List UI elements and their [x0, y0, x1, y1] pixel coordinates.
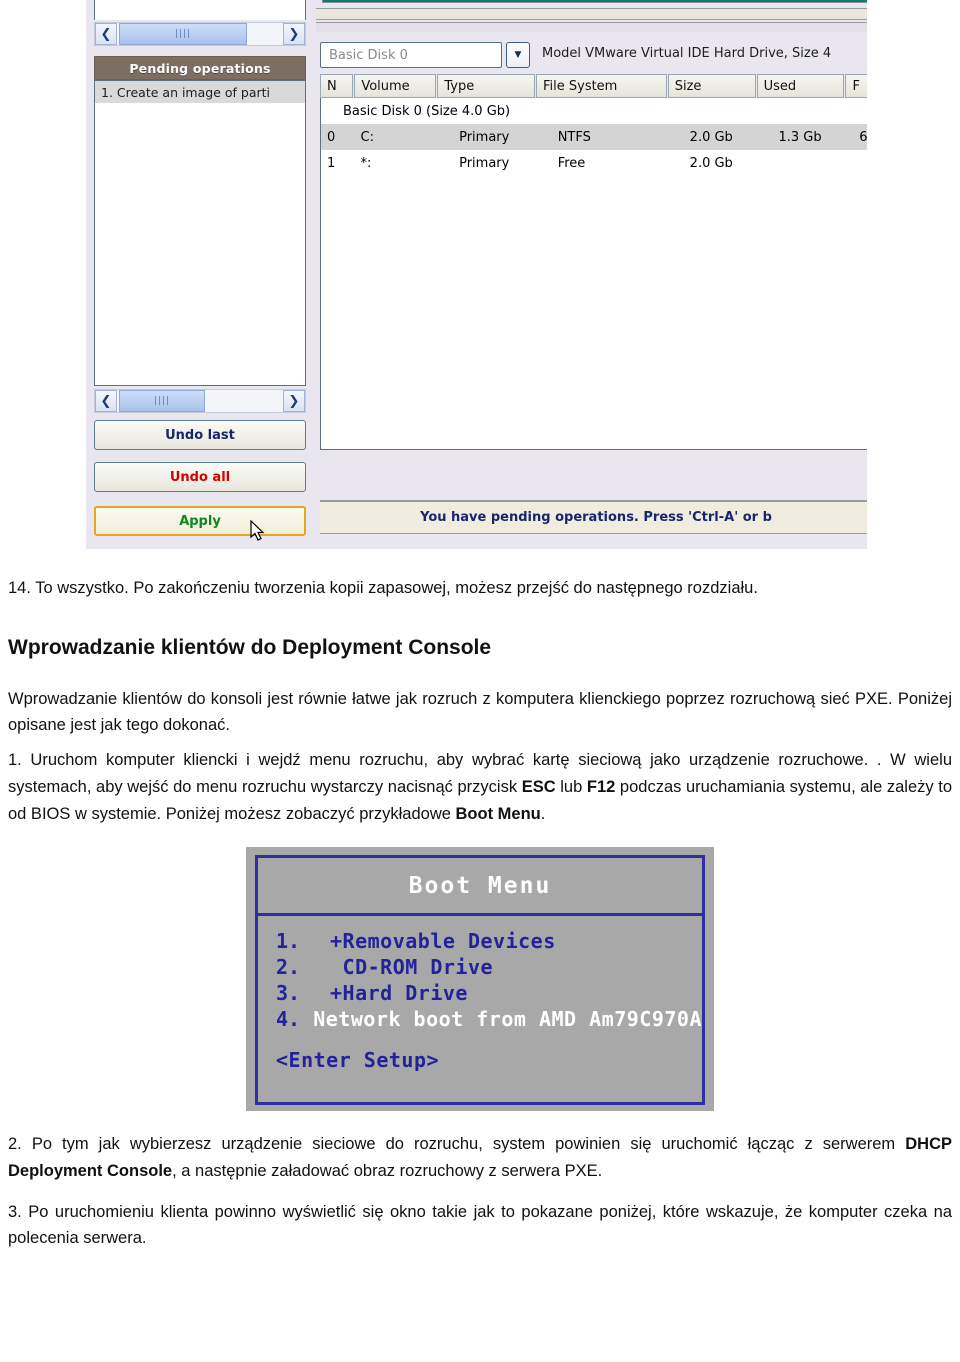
cell-n: 0 — [327, 129, 336, 145]
boot-item-label: +Hard Drive — [330, 981, 468, 1006]
left-panel: ❮ |||| ❯ Pending operations 1. Create an… — [90, 0, 308, 545]
boot-item-label: CD-ROM Drive — [330, 955, 494, 980]
document-page: ❮ |||| ❯ Pending operations 1. Create an… — [0, 0, 960, 1362]
disk-selector-row: Basic Disk 0 ▼ Model VMware Virtual IDE … — [320, 42, 867, 70]
pending-operations-title: Pending operations — [129, 60, 271, 76]
table-body: Basic Disk 0 (Size 4.0 Gb) 0 C: Primary … — [320, 98, 867, 450]
disk-group-label: Basic Disk 0 (Size 4.0 Gb) — [343, 103, 511, 119]
lower-horizontal-scrollbar[interactable]: ❮ |||| ❯ — [94, 389, 306, 413]
cell-size: 2.0 Gb — [689, 155, 733, 171]
boot-item-label: Network boot from AMD Am79C970A — [300, 1007, 702, 1032]
boot-item-number: 2. — [276, 955, 301, 980]
step-2-text-part2: , a następnie załadować obraz rozruchowy… — [172, 1162, 603, 1181]
step-1-text-part4: . — [540, 804, 546, 823]
apply-button[interactable]: Apply — [94, 506, 306, 536]
boot-menu-window: Boot Menu 1. +Removable Devices 2. CD-RO… — [255, 855, 705, 1106]
mouse-cursor-icon — [250, 520, 265, 541]
step-2-paragraph: 2. Po tym jak wybierzesz urządzenie siec… — [0, 1131, 960, 1184]
cell-file-system: NTFS — [557, 129, 591, 145]
table-row[interactable]: 1 *: Primary Free 2.0 Gb — [321, 150, 867, 176]
col-type[interactable]: Type — [437, 74, 535, 98]
step-1-paragraph: 1. Uruchom komputer kliencki i wejdź men… — [0, 747, 960, 827]
list-item[interactable]: 2. CD-ROM Drive — [276, 954, 702, 980]
list-item[interactable]: 4. Network boot from AMD Am79C970A — [276, 1006, 702, 1032]
key-esc: ESC — [521, 777, 556, 796]
col-size[interactable]: Size — [667, 74, 756, 98]
cell-volume: C: — [360, 129, 374, 145]
boot-item-number: 3. — [276, 981, 301, 1006]
partition-manager-screenshot: ❮ |||| ❯ Pending operations 1. Create an… — [86, 0, 867, 549]
cell-n: 1 — [327, 155, 336, 171]
chevron-down-icon[interactable]: ▼ — [506, 42, 530, 68]
col-used[interactable]: Used — [756, 74, 845, 98]
volumes-table: N Volume Type File System Size Used F Ba… — [320, 74, 867, 450]
undo-last-button[interactable]: Undo last — [94, 420, 306, 450]
key-f12: F12 — [586, 777, 616, 796]
boot-menu-term: Boot Menu — [455, 804, 541, 823]
scroll-thumb[interactable]: |||| — [119, 390, 205, 412]
status-bar-text: You have pending operations. Press 'Ctrl… — [420, 510, 772, 525]
document-body: 14. To wszystko. Po zakończeniu tworzeni… — [0, 549, 960, 1252]
cell-type: Primary — [459, 129, 510, 145]
scroll-thumb[interactable]: |||| — [119, 23, 247, 45]
pending-operation-label: 1. Create an image of parti — [101, 84, 271, 100]
disk-model-label: Model VMware Virtual IDE Hard Drive, Siz… — [542, 46, 832, 61]
boot-menu-screenshot: Boot Menu 1. +Removable Devices 2. CD-RO… — [246, 847, 714, 1112]
col-volume[interactable]: Volume — [354, 74, 437, 98]
list-item[interactable]: 1. +Removable Devices — [276, 928, 702, 954]
upper-horizontal-scrollbar[interactable]: ❮ |||| ❯ — [94, 22, 306, 46]
step-3-paragraph: 3. Po uruchomieniu klienta powinno wyświ… — [8, 1202, 952, 1248]
cell-type: Primary — [459, 155, 510, 171]
cell-volume: *: — [360, 155, 372, 171]
toolbar-divider-1 — [316, 8, 867, 20]
scroll-track[interactable]: |||| — [117, 23, 283, 45]
boot-item-number: 4. — [276, 1007, 301, 1032]
apply-label: Apply — [179, 513, 221, 529]
page-title: Wprowadzanie klientów do Deployment Cons… — [8, 635, 492, 659]
boot-item-label: +Removable Devices — [330, 929, 556, 954]
cell-used: 1.3 Gb — [778, 129, 822, 145]
cell-size: 2.0 Gb — [689, 129, 733, 145]
col-free[interactable]: F — [845, 74, 867, 98]
upper-list-box — [94, 0, 306, 20]
undo-all-label: Undo all — [169, 469, 231, 485]
cell-free: 6 — [859, 129, 867, 145]
pending-operations-list[interactable]: 1. Create an image of parti — [94, 80, 306, 386]
undo-last-label: Undo last — [165, 427, 235, 443]
step-14-paragraph: 14. To wszystko. Po zakończeniu tworzeni… — [8, 579, 758, 597]
intro-paragraph: Wprowadzanie klientów do konsoli jest ró… — [8, 689, 952, 735]
col-n[interactable]: N — [320, 74, 354, 98]
disk-select-value: Basic Disk 0 — [329, 47, 408, 63]
step-1-text-part2: lub — [555, 777, 587, 796]
boot-menu-list: 1. +Removable Devices 2. CD-ROM Drive 3.… — [258, 916, 702, 1032]
enter-setup-option[interactable]: <Enter Setup> — [258, 1048, 702, 1072]
toolbar-teal-strip — [322, 0, 867, 3]
toolbar-divider-2 — [316, 22, 867, 32]
right-panel: Basic Disk 0 ▼ Model VMware Virtual IDE … — [314, 0, 867, 549]
pending-operations-header: Pending operations — [94, 56, 306, 80]
table-group-row: Basic Disk 0 (Size 4.0 Gb) — [321, 98, 867, 124]
list-item[interactable]: 3. +Hard Drive — [276, 980, 702, 1006]
scroll-left-icon[interactable]: ❮ — [95, 390, 117, 412]
table-header-row: N Volume Type File System Size Used F — [320, 74, 867, 98]
boot-item-number: 1. — [276, 929, 301, 954]
table-row[interactable]: 0 C: Primary NTFS 2.0 Gb 1.3 Gb 6 — [321, 124, 867, 150]
step-2-text-part1: 2. Po tym jak wybierzesz urządzenie siec… — [8, 1135, 906, 1154]
boot-menu-title: Boot Menu — [258, 858, 702, 917]
scroll-left-icon[interactable]: ❮ — [95, 23, 117, 45]
scroll-right-icon[interactable]: ❯ — [283, 23, 305, 45]
status-bar: You have pending operations. Press 'Ctrl… — [320, 500, 867, 534]
undo-all-button[interactable]: Undo all — [94, 462, 306, 492]
scroll-track[interactable]: |||| — [117, 390, 283, 412]
list-item[interactable]: 1. Create an image of parti — [95, 81, 305, 103]
disk-select[interactable]: Basic Disk 0 — [320, 42, 502, 68]
scroll-right-icon[interactable]: ❯ — [283, 390, 305, 412]
cell-file-system: Free — [557, 155, 586, 171]
col-file-system[interactable]: File System — [535, 74, 667, 98]
